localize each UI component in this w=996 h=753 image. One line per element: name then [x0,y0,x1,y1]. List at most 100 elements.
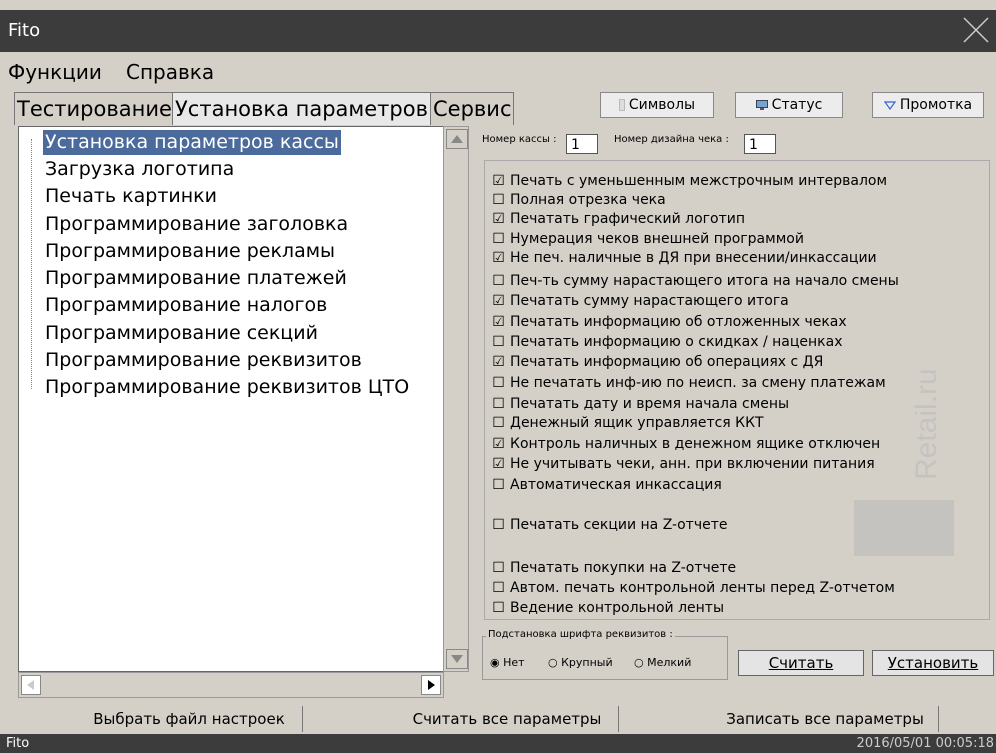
option-item[interactable]: ☑ Печать с уменьшенным межстрочным интерв… [492,172,887,190]
tree-horizontal-scrollbar[interactable] [18,672,444,698]
option-label: Печатать покупки на Z-отчете [510,560,737,576]
tab-settings[interactable]: Установка параметров [172,92,431,125]
option-item[interactable]: ☑ Печатать сумму нарастающего итога [492,292,789,310]
option-item[interactable]: ☐ Денежный ящик управляется ККТ [492,414,763,432]
option-item[interactable]: ☑ Контроль наличных в денежном ящике откл… [492,435,880,453]
option-item[interactable]: ☑ Печатать графический логотип [492,210,745,228]
checkbox-checked-icon[interactable]: ☑ [492,313,505,331]
radio-selected-icon: ◉ [490,656,500,669]
option-item[interactable]: ☐ Печатать секции на Z-отчете [492,516,727,534]
option-item[interactable]: ☐ Печ-ть сумму нарастающего итога на нача… [492,272,899,290]
read-button[interactable]: Считать [738,650,864,676]
svg-text:Retail.ru: Retail.ru [910,368,943,480]
scroll-up-arrow[interactable] [446,129,468,149]
scroll-label: Промотка [899,97,973,113]
scroll-button[interactable]: Промотка [872,92,984,118]
scroll-left-arrow[interactable] [21,675,41,695]
set-button[interactable]: Установить [872,650,994,676]
settings-tree[interactable]: Установка параметров кассы Загрузка лого… [18,126,444,672]
radio-none[interactable]: ◉ Нет [490,656,525,669]
option-item[interactable]: ☑ Не учитывать чеки, анн. при включении п… [492,455,875,473]
checkbox-unchecked-icon[interactable]: ☐ [492,191,505,209]
symbols-label: Символы [628,97,696,113]
option-item[interactable]: ☐ Печатать покупки на Z-отчете [492,559,736,577]
option-item[interactable]: ☐ Не печатать инф-ию по неисп. за смену п… [492,374,885,392]
checkbox-unchecked-icon[interactable]: ☐ [492,579,505,597]
checkbox-checked-icon[interactable]: ☑ [492,210,505,228]
arrow-up-icon [451,135,463,143]
tab-service[interactable]: Сервис [430,92,515,125]
menu-help[interactable]: Справка [126,60,214,84]
design-number-label: Номер дизайна чека : [614,134,729,145]
checkbox-checked-icon[interactable]: ☑ [492,292,505,310]
option-item[interactable]: ☐ Автом. печать контрольной ленты перед Z… [492,579,895,597]
font-subst-title: Подстановка шрифта реквизитов : [486,629,675,640]
checkbox-checked-icon[interactable]: ☑ [492,249,505,267]
option-item[interactable]: ☐ Печатать информацию о скидках / наценка… [492,333,842,351]
status-button[interactable]: Статус [735,92,843,118]
tree-item-ads[interactable]: Программирование рекламы [43,239,337,264]
option-label: Не печ. наличные в ДЯ при внесении/инкас… [510,250,877,266]
tree-item-sections[interactable]: Программирование секций [43,321,320,346]
radio-small[interactable]: ○ Мелкий [634,656,691,669]
radio-large[interactable]: ○ Крупный [548,656,613,669]
checkbox-checked-icon[interactable]: ☑ [492,455,505,473]
option-item[interactable]: ☐ Автоматическая инкассация [492,476,722,494]
checkbox-checked-icon[interactable]: ☑ [492,172,505,190]
design-number-field[interactable]: 1 [744,134,776,154]
cash-number-label: Номер кассы : [482,134,557,145]
tree-vertical-scrollbar[interactable] [443,126,469,672]
set-button-label: Установить [887,654,979,672]
checkbox-unchecked-icon[interactable]: ☐ [492,516,505,534]
tree-item-logo-upload[interactable]: Загрузка логотипа [43,157,236,182]
tree-item-requisites-cto[interactable]: Программирование реквизитов ЦТО [43,375,411,400]
option-label: Не учитывать чеки, анн. при включении пи… [510,456,875,472]
tree-item-taxes[interactable]: Программирование налогов [43,293,329,318]
menu-functions[interactable]: Функции [8,60,102,84]
option-item[interactable]: ☑ Не печ. наличные в ДЯ при внесении/инка… [492,249,877,267]
scroll-right-arrow[interactable] [421,675,441,695]
checkbox-checked-icon[interactable]: ☑ [492,435,505,453]
choose-file-button[interactable]: Выбрать файл настроек [76,706,303,732]
status-datetime: 2016/05/01 00:05:18 [856,736,994,751]
close-icon[interactable] [960,14,992,46]
tab-testing[interactable]: Тестирование [14,92,175,125]
option-label: Печать с уменьшенным межстрочным интерва… [510,173,888,189]
option-label: Печатать графический логотип [510,211,745,227]
checkbox-unchecked-icon[interactable]: ☐ [492,230,505,248]
option-item[interactable]: ☑ Печатать информацию об операциях с ДЯ [492,353,823,371]
tree-item-payments[interactable]: Программирование платежей [43,266,349,291]
read-all-button[interactable]: Считать все параметры [396,706,619,732]
option-label: Нумерация чеков внешней программой [510,231,804,247]
arrow-left-icon [27,680,34,690]
checkbox-unchecked-icon[interactable]: ☐ [492,333,505,351]
option-label: Ведение контрольной ленты [510,600,724,616]
write-all-button[interactable]: Записать все параметры [712,706,939,732]
checkbox-unchecked-icon[interactable]: ☐ [492,599,505,617]
radio-unselected-icon: ○ [634,656,644,669]
cash-number-field[interactable]: 1 [566,134,598,154]
checkbox-unchecked-icon[interactable]: ☐ [492,414,505,432]
checkbox-unchecked-icon[interactable]: ☐ [492,395,505,413]
option-item[interactable]: ☐ Нумерация чеков внешней программой [492,230,804,248]
option-label: Печатать секции на Z-отчете [510,517,728,533]
tree-item-header[interactable]: Программирование заголовка [43,212,350,237]
symbols-button[interactable]: Символы [600,92,714,118]
option-item[interactable]: ☐ Полная отрезка чека [492,191,666,209]
checkbox-unchecked-icon[interactable]: ☐ [492,374,505,392]
scroll-down-arrow[interactable] [446,649,468,669]
read-button-label: Считать [768,654,834,672]
option-label: Печ-ть сумму нарастающего итога на начал… [510,273,899,289]
checkbox-unchecked-icon[interactable]: ☐ [492,559,505,577]
radio-small-label: Мелкий [647,656,692,669]
option-label: Полная отрезка чека [510,192,666,208]
option-item[interactable]: ☐ Печатать дату и время начала смены [492,395,789,413]
checkbox-unchecked-icon[interactable]: ☐ [492,272,505,290]
checkbox-checked-icon[interactable]: ☑ [492,353,505,371]
tree-item-requisites[interactable]: Программирование реквизитов [43,348,364,373]
tree-item-cash-settings[interactable]: Установка параметров кассы [43,130,341,155]
tree-item-print-picture[interactable]: Печать картинки [43,184,219,209]
option-item[interactable]: ☐ Ведение контрольной ленты [492,599,724,617]
option-item[interactable]: ☑ Печатать информацию об отложенных чеках [492,313,846,331]
checkbox-unchecked-icon[interactable]: ☐ [492,476,505,494]
